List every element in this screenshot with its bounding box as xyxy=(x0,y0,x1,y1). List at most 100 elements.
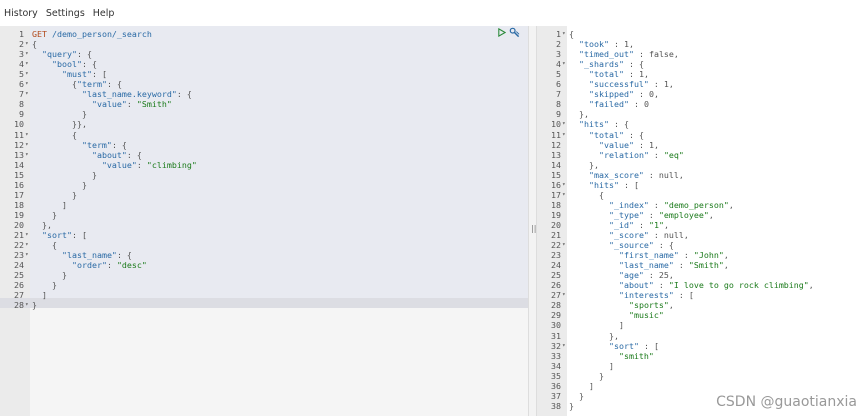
code-text: "age" : 25, xyxy=(618,270,674,281)
code-text: ] xyxy=(569,380,594,391)
drag-handle-icon[interactable]: || xyxy=(531,224,536,233)
wrench-icon[interactable] xyxy=(509,27,520,38)
fold-toggle-icon[interactable]: ▾ xyxy=(25,250,30,260)
menu-item-help[interactable]: Help xyxy=(93,8,115,19)
fold-toggle-icon[interactable]: ▾ xyxy=(562,290,567,300)
line-number: 28 xyxy=(551,300,561,311)
code-text: { xyxy=(32,39,37,50)
line-number: 12 xyxy=(551,139,561,150)
fold-toggle-icon[interactable]: ▾ xyxy=(562,130,567,140)
code-text: } xyxy=(569,400,574,411)
code-text: "bool": { xyxy=(51,59,97,70)
fold-toggle-icon[interactable]: ▾ xyxy=(25,39,30,49)
code-text: "sports", xyxy=(628,300,674,311)
fold-toggle-icon[interactable]: ▾ xyxy=(562,190,567,200)
line-number: 26 xyxy=(551,280,561,291)
response-viewer[interactable]: 1 ▾{2 "took" : 1, 3 "timed_out" : false, 4 ▾… xyxy=(537,26,865,416)
line-number: 17 xyxy=(551,189,561,200)
code-text: "hits" : [ xyxy=(588,179,639,190)
code-text: "timed_out" : false, xyxy=(579,49,679,60)
code-text: ] xyxy=(569,320,624,331)
code-text: "_source" : { xyxy=(608,240,674,251)
code-text: "_shards" : { xyxy=(579,59,644,70)
fold-toggle-icon[interactable]: ▾ xyxy=(562,29,567,39)
code-text: "term": { xyxy=(81,139,127,150)
fold-toggle-icon[interactable]: ▾ xyxy=(25,240,30,250)
line-number: 33 xyxy=(551,350,561,361)
line-number: 29 xyxy=(551,310,561,321)
line-number: 18 xyxy=(14,199,24,210)
play-icon[interactable] xyxy=(497,28,506,37)
code-text: "value": "climbing" xyxy=(101,159,197,170)
fold-toggle-icon[interactable]: ▾ xyxy=(562,119,567,129)
line-number: 4 xyxy=(19,59,24,70)
fold-toggle-icon[interactable]: ▾ xyxy=(25,300,30,310)
code-text: { xyxy=(569,29,574,39)
line-number: 15 xyxy=(551,169,561,180)
fold-toggle-icon[interactable]: ▾ xyxy=(562,180,567,190)
code-text: "_id" : "1", xyxy=(608,219,669,230)
line-number: 27 xyxy=(14,290,24,301)
fold-toggle-icon[interactable]: ▾ xyxy=(25,140,30,150)
fold-toggle-icon[interactable]: ▾ xyxy=(25,79,30,89)
code-text: ] xyxy=(569,360,614,371)
code-text: "order": "desc" xyxy=(71,260,147,271)
line-number: 21 xyxy=(14,230,24,240)
line-number: 18 xyxy=(551,199,561,210)
menu-item-settings[interactable]: Settings xyxy=(46,8,85,19)
line-number: 16 xyxy=(551,179,561,190)
line-number: 22 xyxy=(551,240,561,251)
code-text: "last_name.keyword": { xyxy=(81,89,192,100)
request-actions xyxy=(497,27,520,38)
pane-resize-handle[interactable]: || xyxy=(528,26,537,416)
fold-toggle-icon[interactable]: ▾ xyxy=(25,230,30,240)
active-line-highlight xyxy=(0,298,528,308)
code-text: "skipped" : 0, xyxy=(588,89,659,100)
request-editor[interactable]: 1 GET /demo_person/_search 2 ▾{3 ▾ "query": … xyxy=(0,26,528,416)
line-number: 2 xyxy=(19,39,24,50)
code-text: "_index" : "demo_person", xyxy=(608,199,734,210)
fold-toggle-icon[interactable]: ▾ xyxy=(562,59,567,69)
code-text: } xyxy=(569,370,604,381)
code-text: "value": "Smith" xyxy=(91,99,172,110)
line-number: 34 xyxy=(551,360,561,371)
line-number: 25 xyxy=(14,270,24,281)
fold-toggle-icon[interactable]: ▾ xyxy=(25,150,30,160)
fold-toggle-icon[interactable]: ▾ xyxy=(25,59,30,69)
line-number: 7 xyxy=(556,89,561,100)
line-number: 28 xyxy=(14,300,24,311)
code-text: "_score" : null, xyxy=(608,230,689,240)
line-number: 31 xyxy=(551,330,561,341)
code-text: } xyxy=(32,169,97,180)
code-text: }, xyxy=(569,109,589,120)
fold-toggle-icon[interactable]: ▾ xyxy=(25,69,30,79)
code-text: "max_score" : null, xyxy=(588,169,684,180)
line-number: 36 xyxy=(551,380,561,391)
code-text: { xyxy=(569,189,604,200)
code-text: "smith" xyxy=(618,350,654,361)
line-number: 10 xyxy=(551,119,561,130)
line-number: 10 xyxy=(14,119,24,130)
fold-toggle-icon[interactable]: ▾ xyxy=(562,240,567,250)
line-number: 22 xyxy=(14,240,24,251)
fold-toggle-icon[interactable]: ▾ xyxy=(562,341,567,351)
fold-toggle-icon[interactable]: ▾ xyxy=(25,130,30,140)
watermark: CSDN @guaotianxia xyxy=(716,394,857,410)
fold-toggle-icon[interactable]: ▾ xyxy=(25,49,30,59)
code-text: ] xyxy=(32,199,67,210)
line-number: 3 xyxy=(19,49,24,60)
code-text: "must": [ xyxy=(61,69,107,80)
menu-item-history[interactable]: History xyxy=(4,8,38,19)
line-number: 13 xyxy=(551,149,561,160)
line-number: 15 xyxy=(14,169,24,180)
line-number: 4 xyxy=(556,59,561,70)
line-number: 11 xyxy=(14,129,24,140)
line-number: 21 xyxy=(551,230,561,240)
code-text: "successful" : 1, xyxy=(588,79,674,90)
fold-toggle-icon[interactable]: ▾ xyxy=(25,89,30,99)
code-text: }, xyxy=(569,330,619,341)
line-number: 37 xyxy=(551,390,561,401)
line-number: 6 xyxy=(556,79,561,90)
line-number: 14 xyxy=(14,159,24,170)
code-text: "interests" : [ xyxy=(618,290,694,301)
